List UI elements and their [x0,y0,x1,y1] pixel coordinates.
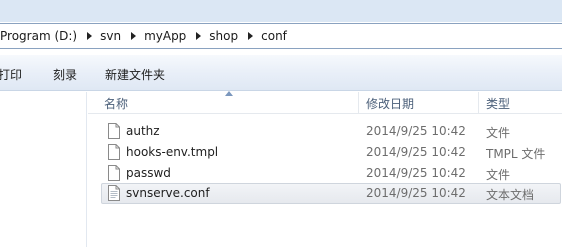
breadcrumb-chevron-icon[interactable] [127,29,139,43]
file-icon [108,144,120,160]
breadcrumb-chevron-icon[interactable] [244,29,256,43]
breadcrumb-drive[interactable]: Program (D:) [0,29,83,43]
breadcrumb-conf[interactable]: conf [256,29,293,43]
file-icon [108,165,120,181]
navigation-pane[interactable] [0,92,87,247]
breadcrumb-chevron-icon[interactable] [192,29,204,43]
command-toolbar: 打印 刻录 新建文件夹 [0,55,562,91]
file-type: 文本文档 [486,188,535,202]
breadcrumb-chevron-icon[interactable] [83,29,95,43]
file-name: hooks-env.tmpl [126,145,219,159]
column-header-name[interactable]: 名称 [104,95,128,112]
file-type: 文件 [486,168,511,182]
file-date: 2014/9/25 10:42 [366,186,466,200]
file-type: TMPL 文件 [486,147,546,161]
file-row[interactable]: passwd 2014/9/25 10:42 文件 [104,163,562,184]
file-icon [108,123,120,139]
sort-ascending-icon [225,91,233,96]
file-row[interactable]: authz 2014/9/25 10:42 文件 [104,121,562,142]
file-row[interactable]: hooks-env.tmpl 2014/9/25 10:42 TMPL 文件 [104,142,562,163]
column-divider[interactable] [478,92,479,114]
address-bar[interactable]: Program (D:) svn myApp shop conf [0,23,562,49]
window-frame-top [0,0,562,22]
file-row-selected[interactable]: svnserve.conf 2014/9/25 10:42 文本文档 [101,183,561,204]
column-header-type[interactable]: 类型 [486,95,510,112]
burn-button[interactable]: 刻录 [53,66,77,83]
print-button[interactable]: 打印 [0,66,22,83]
new-folder-button[interactable]: 新建文件夹 [105,66,165,83]
file-name: authz [126,124,160,138]
file-name: passwd [126,166,171,180]
file-date: 2014/9/25 10:42 [366,166,466,180]
column-divider[interactable] [358,92,359,114]
file-date: 2014/9/25 10:42 [366,124,466,138]
file-list[interactable]: 名称 修改日期 类型 authz 2014/9/25 10:42 文件 hook… [88,91,562,247]
text-file-icon [108,185,120,201]
breadcrumb-shop[interactable]: shop [204,29,244,43]
breadcrumb-svn[interactable]: svn [95,29,127,43]
file-date: 2014/9/25 10:42 [366,145,466,159]
file-name: svnserve.conf [126,186,210,200]
column-header-row: 名称 修改日期 类型 [88,91,562,114]
file-type: 文件 [486,126,511,140]
breadcrumb-myapp[interactable]: myApp [139,29,192,43]
column-header-date[interactable]: 修改日期 [366,95,414,112]
